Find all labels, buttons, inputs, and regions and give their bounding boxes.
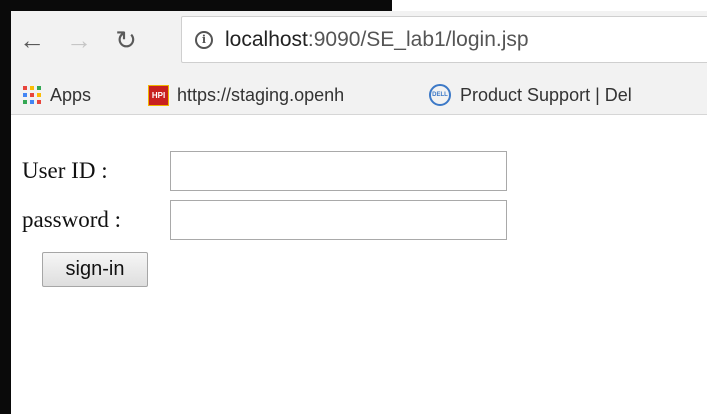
password-label: password : bbox=[22, 207, 122, 232]
apps-grid-dot bbox=[30, 93, 34, 97]
browser-window: ← → ↻ i localhost:9090/SE_lab1/login.jsp… bbox=[11, 11, 707, 414]
apps-grid-dot bbox=[37, 86, 41, 90]
apps-grid-dot bbox=[37, 100, 41, 104]
apps-grid-icon bbox=[23, 86, 41, 104]
password-input[interactable] bbox=[170, 200, 507, 240]
dell-favicon-icon: DELL bbox=[429, 84, 451, 106]
back-arrow-icon[interactable]: ← bbox=[17, 25, 47, 55]
bookmark-label: https://staging.openh bbox=[177, 84, 345, 105]
user-id-label: User ID : bbox=[22, 158, 108, 183]
browser-toolbar: ← → ↻ i localhost:9090/SE_lab1/login.jsp bbox=[11, 11, 707, 77]
apps-grid-dot bbox=[30, 86, 34, 90]
url-path: :9090/SE_lab1/login.jsp bbox=[307, 27, 529, 51]
page-content: User ID : password : sign-in bbox=[11, 115, 707, 414]
bookmark-label: Apps bbox=[50, 84, 92, 105]
bookmark-dell-support[interactable]: DELL Product Support | Del bbox=[429, 82, 707, 108]
forward-arrow-icon[interactable]: → bbox=[64, 25, 94, 55]
address-url[interactable]: localhost:9090/SE_lab1/login.jsp bbox=[225, 28, 529, 52]
bookmark-staging[interactable]: HPI https://staging.openh bbox=[148, 82, 400, 108]
apps-grid-dot bbox=[30, 100, 34, 104]
apps-grid-dot bbox=[23, 86, 27, 90]
address-bar[interactable]: i localhost:9090/SE_lab1/login.jsp bbox=[181, 16, 707, 63]
reload-icon[interactable]: ↻ bbox=[111, 25, 141, 55]
hpi-favicon-icon: HPI bbox=[148, 84, 169, 106]
bookmark-apps[interactable]: Apps bbox=[23, 82, 91, 108]
screen-frame-left bbox=[0, 0, 11, 414]
user-id-input[interactable] bbox=[170, 151, 507, 191]
apps-grid-dot bbox=[23, 93, 27, 97]
bookmarks-bar: Apps HPI https://staging.openh DELL Prod… bbox=[11, 77, 707, 115]
bookmark-label: Product Support | Del bbox=[460, 84, 632, 105]
sign-in-button[interactable]: sign-in bbox=[42, 252, 148, 287]
apps-grid-dot bbox=[23, 100, 27, 104]
bookmark-fade bbox=[681, 82, 707, 108]
screenshot: ← → ↻ i localhost:9090/SE_lab1/login.jsp… bbox=[0, 0, 707, 414]
bookmark-fade bbox=[374, 82, 400, 108]
info-icon[interactable]: i bbox=[195, 30, 213, 49]
apps-grid-dot bbox=[37, 93, 41, 97]
screen-frame-top bbox=[0, 0, 392, 11]
url-host: localhost bbox=[225, 27, 308, 51]
